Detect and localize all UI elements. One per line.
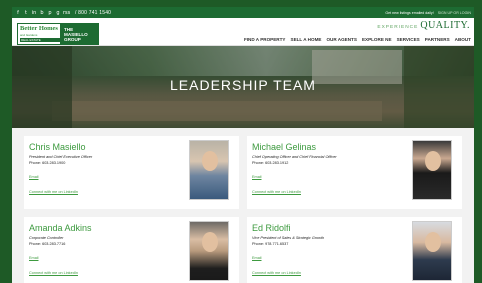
twitter-icon[interactable]: t [23,10,29,16]
listings-promo-text: Get new listings emailed daily! [385,10,434,15]
browser-page: f t in b p g rss / 800 741 1540 Get new … [12,7,474,283]
logo-line-3: REAL ESTATE [20,38,60,42]
bhg-logo: Better Homes and Gardens REAL ESTATE [17,23,61,45]
google-plus-icon[interactable]: g [55,10,61,16]
nav-our-agents[interactable]: OUR AGENTS [326,37,356,42]
photo-face [202,232,218,252]
top-right-links: Get new listings emailed daily! SIGN UP … [385,11,471,15]
nav-explore-ne[interactable]: EXPLORE NE [362,37,392,42]
hero-banner: LEADERSHIP TEAM [12,46,474,128]
page-title: LEADERSHIP TEAM [170,77,316,93]
tagline-big: QUALITY. [420,20,470,31]
member-email-link[interactable]: Email [252,256,262,260]
blog-icon[interactable]: b [39,10,45,16]
linkedin-icon[interactable]: in [31,10,37,16]
team-card-adkins: Amanda Adkins Corporate Controller Phone… [24,217,239,283]
facebook-icon[interactable]: f [15,10,21,16]
nav-services[interactable]: SERVICES [397,37,420,42]
logo-line-2: and Gardens [20,33,38,37]
top-utility-bar: f t in b p g rss / 800 741 1540 Get new … [12,7,474,18]
team-card-gelinas: Michael Gelinas Chief Operating Officer … [247,136,462,209]
member-email-link[interactable]: Email [29,175,39,179]
nav-sell-home[interactable]: SELL A HOME [291,37,322,42]
logo-line-1: Better Homes [20,25,58,32]
member-email-link[interactable]: Email [252,175,262,179]
member-email-link[interactable]: Email [29,256,39,260]
main-nav: FIND A PROPERTY SELL A HOME OUR AGENTS E… [244,37,471,42]
tagline-small: EXPERIENCE [377,25,419,30]
team-card-masiello: Chris Masiello President and Chief Execu… [24,136,239,209]
photo-face [425,151,441,171]
social-links: f t in b p g rss [15,10,70,16]
pinterest-icon[interactable]: p [47,10,53,16]
member-photo [189,140,229,200]
member-photo [412,140,452,200]
signup-login-link[interactable]: SIGN UP OR LOGIN [438,11,471,15]
nav-find-property[interactable]: FIND A PROPERTY [244,37,286,42]
member-photo [189,221,229,281]
team-grid: Chris Masiello President and Chief Execu… [12,128,474,283]
photo-face [202,151,218,171]
masiello-group-logo: THE MASIELLO GROUP [61,23,99,45]
member-photo [412,221,452,281]
photo-face [425,232,441,252]
nav-about[interactable]: ABOUT [455,37,471,42]
rss-icon[interactable]: rss [63,10,70,16]
phone-number[interactable]: / 800 741 1540 [75,10,111,16]
site-logo[interactable]: Better Homes and Gardens REAL ESTATE THE… [17,23,99,45]
nav-partners[interactable]: PARTNERS [425,37,450,42]
tagline: EXPERIENCE QUALITY. [377,20,470,31]
site-header: Better Homes and Gardens REAL ESTATE THE… [12,18,474,46]
team-card-ridolfi: Ed Ridolfi Vice President of Sales & Str… [247,217,462,283]
